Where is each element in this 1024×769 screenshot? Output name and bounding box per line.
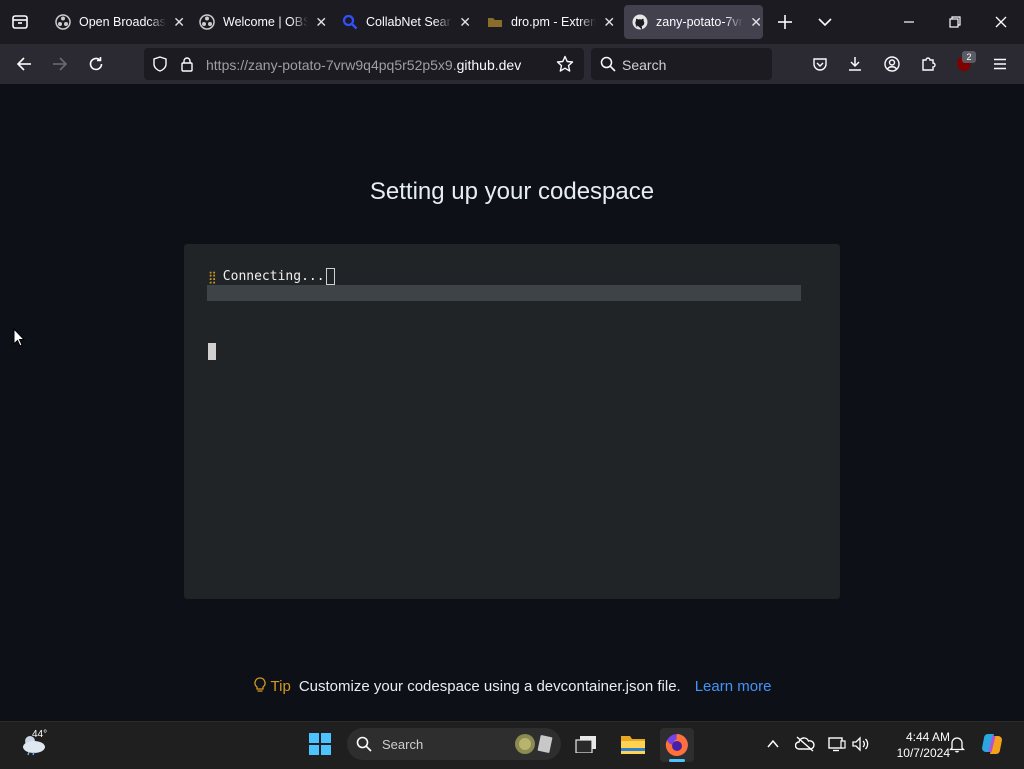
copilot-icon[interactable] [978,730,1006,758]
task-view-icon[interactable] [572,730,600,758]
firefox-taskbar-icon[interactable] [660,728,694,762]
tip-bar: Tip Customize your codespace using a devc… [0,677,1024,697]
new-tab-icon[interactable] [773,10,797,34]
progress-bar [207,285,801,301]
terminal-text-cursor [325,268,335,285]
learn-more-link[interactable]: Learn more [695,678,772,695]
terminal-block-cursor [208,343,216,360]
tab-zany-potato[interactable]: zany-potato-7vrw9q4pq5r52p5x9 ✕ [624,5,763,39]
tab-collabnet-searx[interactable]: CollabNet SearX ✕ [334,5,472,39]
extensions-puzzle-icon[interactable] [916,52,940,76]
onedrive-offline-icon[interactable] [794,734,816,754]
hamburger-menu-icon[interactable] [988,52,1012,76]
show-hidden-icons-chevron-up-icon[interactable] [764,734,782,754]
minimize-icon[interactable] [897,10,921,34]
tab-welcome-obs[interactable]: Welcome | OBS ✕ [190,5,328,39]
weather-temperature: 44° [32,729,48,740]
search-highlight-icon [513,732,555,756]
restore-icon[interactable] [943,10,967,34]
list-all-tabs-icon[interactable] [8,10,32,34]
close-window-icon[interactable] [989,10,1013,34]
close-tab-icon[interactable]: ✕ [172,14,186,31]
obs-icon [199,14,215,30]
terminal-status-line: ⣿ Connecting... [208,268,335,285]
display-icon[interactable] [826,734,848,754]
terminal-status-text: Connecting... [222,269,325,284]
tracking-protection-shield-icon[interactable] [148,52,172,76]
url-prefix: https://zany-potato-7vrw9q4pq5r52p5x9. [206,57,457,73]
bookmark-star-icon[interactable] [553,52,577,76]
account-icon[interactable] [880,52,904,76]
close-tab-icon[interactable]: ✕ [749,14,763,31]
spinner-icon: ⣿ [208,269,217,284]
lightbulb-icon [253,677,267,697]
url-domain: github.dev [456,57,522,73]
extension-badge: 2 [962,51,976,63]
tab-list-chevron-down-icon[interactable] [813,10,837,34]
tip-text: Customize your codespace using a devcont… [298,678,681,695]
url-text[interactable]: https://zany-potato-7vrw9q4pq5r52p5x9.gi… [206,57,521,73]
tab-title: Welcome | OBS [223,15,309,29]
search-placeholder: Search [622,57,667,73]
taskbar-search-placeholder: Search [382,737,424,752]
notification-bell-icon[interactable] [946,734,968,754]
clock-time: 4:44 AM [905,730,950,744]
tab-title: zany-potato-7vrw9q4pq5r52p5x9 [656,15,743,29]
tab-title: dro.pm - Extreme [511,15,597,29]
tab-open-broadcast[interactable]: Open Broadcast Software ✕ [48,5,186,39]
searx-icon [342,14,358,30]
mouse-pointer-icon [13,327,26,352]
taskbar-search-icon [354,735,374,753]
tab-title: Open Broadcast Software [79,15,167,29]
tip-label: Tip [270,678,291,695]
page-title: Setting up your codespace [369,178,655,205]
close-tab-icon[interactable]: ✕ [314,14,328,31]
github-icon [632,14,648,30]
tab-title: CollabNet SearX [366,15,453,29]
active-app-indicator [669,759,685,762]
forward-arrow-icon[interactable] [48,52,72,76]
obs-icon [55,14,71,30]
search-icon [596,52,620,76]
lock-icon[interactable] [175,52,199,76]
volume-speaker-icon[interactable] [850,734,872,754]
file-explorer-folder-icon[interactable] [618,730,648,758]
folder-icon [487,14,503,30]
pocket-icon[interactable] [808,52,832,76]
reload-icon[interactable] [84,52,108,76]
back-arrow-icon[interactable] [12,52,36,76]
tab-dro-pm[interactable]: dro.pm - Extreme ✕ [478,5,616,39]
taskbar-clock[interactable]: 4:44 AM 10/7/2024 [880,729,950,761]
clock-date: 10/7/2024 [896,746,950,760]
windows-start-icon[interactable] [306,730,334,758]
downloads-icon[interactable] [843,52,867,76]
close-tab-icon[interactable]: ✕ [602,14,616,31]
close-tab-icon[interactable]: ✕ [458,14,472,31]
